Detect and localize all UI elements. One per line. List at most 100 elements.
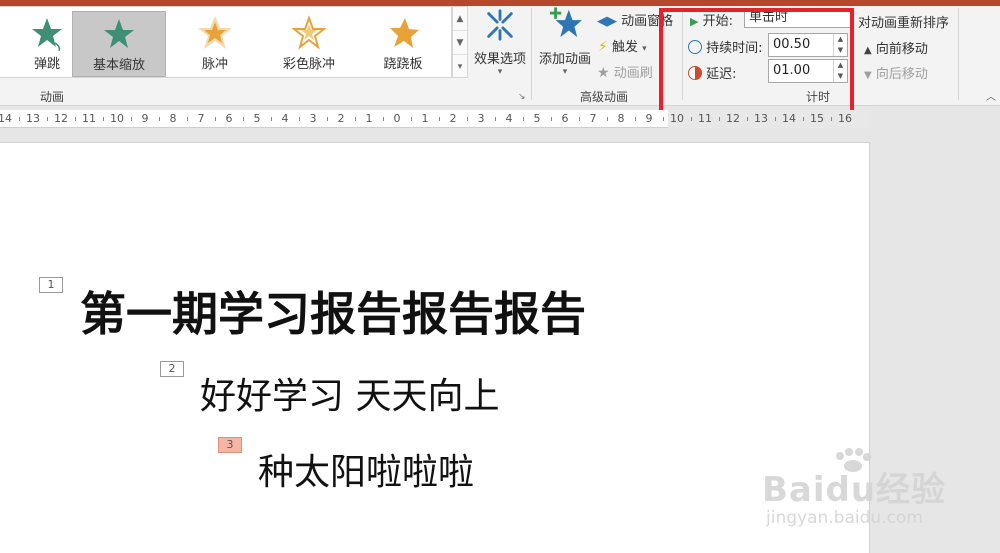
ruler-label: 8 — [169, 112, 177, 125]
ruler-tick — [103, 117, 104, 121]
gallery-item-color-pulse[interactable]: 彩色脉冲 — [262, 11, 356, 77]
ruler-tick — [495, 117, 496, 121]
gallery-item-label: 基本缩放 — [92, 58, 145, 73]
slide-title[interactable]: 第一期学习报告报告报告 — [80, 278, 586, 344]
ruler-tick — [523, 117, 524, 121]
ruler-label: 13 — [754, 112, 768, 125]
dialog-launcher-icon[interactable]: ↘ — [518, 92, 526, 102]
watermark-main: Baidu经验 — [762, 470, 947, 510]
ruler-label: 7 — [589, 112, 597, 125]
gallery-more[interactable]: ▾ — [453, 55, 467, 79]
ruler-label: 14 — [782, 112, 796, 125]
ruler-tick — [215, 117, 216, 121]
trigger-label: 触发 — [611, 40, 638, 55]
animation-order-tag[interactable]: 1 — [39, 277, 63, 293]
ruler-tick — [187, 117, 188, 121]
gallery-item-basic-zoom[interactable]: 基本缩放 — [72, 11, 166, 77]
ruler-tick — [411, 117, 412, 121]
bounce-star-icon — [32, 18, 62, 51]
arrow-down-icon: ▼ — [864, 70, 872, 81]
ruler-label: 3 — [309, 112, 317, 125]
teeter-star-icon — [390, 18, 419, 48]
ruler-label: 1 — [365, 112, 373, 125]
group-divider — [958, 8, 959, 100]
ruler-label: 8 — [617, 112, 625, 125]
ruler-label: 13 — [26, 112, 40, 125]
animation-painter-icon: ★ — [597, 65, 610, 81]
gallery-item-teeter[interactable]: 跷跷板 — [356, 11, 450, 77]
ruler-label: 14 — [0, 112, 12, 125]
slide-body-line-1[interactable]: 好好学习 天天向上 — [200, 367, 499, 419]
animation-group-label: 动画 — [40, 90, 65, 104]
move-earlier-button[interactable]: ▲ 向前移动 — [864, 38, 928, 57]
ruler-label: 1 — [421, 112, 429, 125]
ruler-label: 6 — [561, 112, 569, 125]
trigger-button[interactable]: ⚡ 触发 ▾ — [598, 36, 647, 55]
effect-options-button[interactable]: 效果选项 ▾ — [470, 8, 530, 77]
group-divider — [531, 8, 532, 100]
ruler-label: 16 — [838, 112, 852, 125]
ruler-tick — [551, 117, 552, 121]
color-pulse-star-icon — [291, 15, 327, 50]
ruler-label: 12 — [54, 112, 68, 125]
gallery-scroll-up[interactable]: ▲ — [453, 7, 467, 31]
ruler-label: 4 — [281, 112, 289, 125]
chevron-down-icon: ▾ — [562, 67, 568, 77]
ruler-label: 6 — [225, 112, 233, 125]
gallery-item-pulse[interactable]: 脉冲 — [168, 11, 262, 77]
animation-order-tag-selected[interactable]: 3 — [218, 437, 242, 453]
ruler-label: 4 — [505, 112, 513, 125]
ruler-tick — [635, 117, 636, 121]
ruler-tick — [579, 117, 580, 121]
ruler-tick — [327, 117, 328, 121]
ruler-label: 5 — [253, 112, 261, 125]
gallery-scroll-down[interactable]: ▼ — [453, 31, 467, 55]
move-earlier-label: 向前移动 — [875, 42, 928, 57]
gallery-item-label: 彩色脉冲 — [282, 57, 335, 72]
ruler-label: 9 — [141, 112, 149, 125]
animation-painter-button[interactable]: ★ 动画刷 — [597, 62, 653, 81]
chevron-down-icon: ▾ — [642, 44, 647, 54]
ruler-label: 7 — [197, 112, 205, 125]
ruler-label: 11 — [698, 112, 712, 125]
ruler-label: 2 — [337, 112, 345, 125]
timing-highlight-box — [659, 8, 854, 117]
slide-body-line-2[interactable]: 种太阳啦啦啦 — [258, 443, 474, 495]
ruler-tick — [607, 117, 608, 121]
gallery-item-label: 跷跷板 — [383, 57, 423, 72]
gallery-item-label: 脉冲 — [201, 57, 228, 72]
ruler-label: 0 — [393, 112, 401, 125]
ruler-tick — [775, 117, 776, 121]
ruler-label: 12 — [726, 112, 740, 125]
chevron-down-icon: ▾ — [497, 67, 503, 77]
ruler-label: 2 — [449, 112, 457, 125]
reorder-title: 对动画重新排序 — [858, 16, 950, 31]
ruler-label: 9 — [645, 112, 653, 125]
ruler-tick — [719, 117, 720, 121]
ruler-label: 5 — [533, 112, 541, 125]
collapse-ribbon-icon[interactable]: ︿ — [986, 88, 996, 103]
gallery-scroll[interactable]: ▲ ▼ ▾ — [452, 6, 468, 78]
ruler-tick — [243, 117, 244, 121]
ruler-tick — [75, 117, 76, 121]
add-animation-button[interactable]: 添加动画 ▾ — [534, 6, 596, 77]
watermark-sub: jingyan.baidu.com — [766, 508, 923, 528]
pulse-star-icon — [198, 16, 232, 49]
horizontal-ruler: 14 13 12 11 10 9 8 7 6 5 4 3 2 1 0 1 2 3 4 5 6 7 8 9 10 11 12 13 14 1… — [0, 110, 870, 128]
ruler-tick — [691, 117, 692, 121]
ruler-tick — [467, 117, 468, 121]
animation-gallery: 弹跳 基本缩放 脉冲 彩色脉冲 跷跷板 — [0, 6, 452, 78]
animation-painter-label: 动画刷 — [613, 66, 653, 81]
ruler-tick — [355, 117, 356, 121]
ruler-label: 15 — [810, 112, 824, 125]
move-later-button[interactable]: ▼ 向后移动 — [864, 63, 928, 82]
ruler-tick — [439, 117, 440, 121]
ruler-tick — [271, 117, 272, 121]
arrow-up-icon: ▲ — [864, 45, 872, 56]
ruler-tick — [663, 117, 664, 121]
advanced-animation-group-label: 高级动画 — [580, 90, 629, 104]
ruler-tick — [747, 117, 748, 121]
ruler-tick — [131, 117, 132, 121]
animation-order-tag[interactable]: 2 — [160, 361, 184, 377]
ruler-label: 10 — [110, 112, 124, 125]
